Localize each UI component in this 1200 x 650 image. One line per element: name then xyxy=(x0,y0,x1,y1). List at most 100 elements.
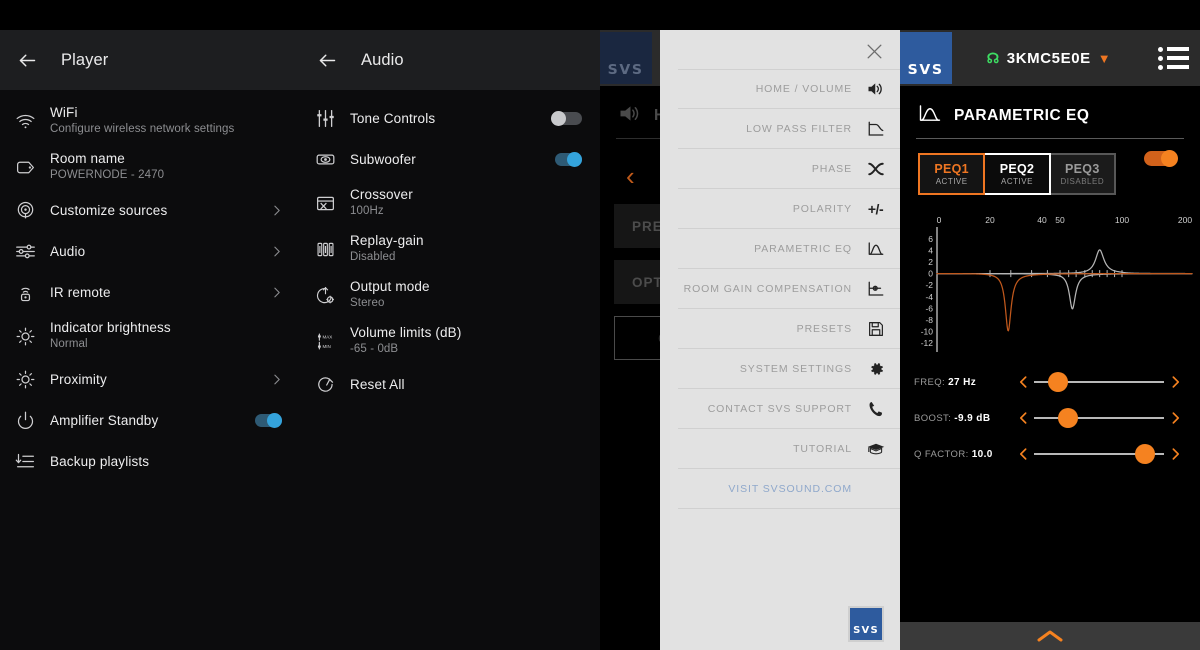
menu-item-low-pass-filter[interactable]: LOW PASS FILTER xyxy=(678,109,900,149)
menu-item-visit-svsound[interactable]: VISIT SVSOUND.COM xyxy=(678,469,900,509)
list-item-customize-sources[interactable]: Customize sources xyxy=(0,190,300,231)
menu-item-polarity[interactable]: POLARITY +/- xyxy=(678,189,900,229)
list-item-amplifier-standby[interactable]: Amplifier Standby xyxy=(0,400,300,441)
list-item-title: Subwoofer xyxy=(350,151,416,167)
freq-decrement-button[interactable] xyxy=(1012,374,1034,390)
page-title: Player xyxy=(61,50,109,69)
slider-knob[interactable] xyxy=(1135,444,1156,464)
list-item-subtitle: Configure wireless network settings xyxy=(50,123,235,135)
eq-curve-svg: 0 20 40 50 100 2006420-2-4-6-8-10-12 xyxy=(921,215,1193,352)
tab-peq2[interactable]: PEQ2 ACTIVE xyxy=(983,153,1051,195)
list-item-title: Output mode xyxy=(350,279,430,294)
back-arrow-icon[interactable] xyxy=(310,43,344,77)
close-icon[interactable] xyxy=(660,30,900,67)
peq-section-label: PARAMETRIC EQ xyxy=(954,107,1090,124)
list-item-title: Reset All xyxy=(350,376,405,392)
menu-item-presets[interactable]: PRESETS xyxy=(678,309,900,349)
expand-bar[interactable] xyxy=(900,622,1200,650)
slider-label: FREQ: 27 Hz xyxy=(914,377,1012,388)
menu-item-label: POLARITY xyxy=(792,202,852,215)
list-item-backup-playlists[interactable]: Backup playlists xyxy=(0,441,300,482)
list-item-tone-controls[interactable]: Tone Controls xyxy=(300,98,600,139)
subwoofer-toggle[interactable] xyxy=(551,152,582,167)
device-selector[interactable]: ☊ 3KMC5E0E ▼ xyxy=(952,50,1146,67)
slider-knob[interactable] xyxy=(1048,372,1069,392)
list-item-subtitle: Normal xyxy=(50,338,88,350)
chevron-right-icon xyxy=(266,373,286,386)
list-item-output-mode[interactable]: Output mode Stereo xyxy=(300,272,600,318)
svg-text:100: 100 xyxy=(1115,215,1129,225)
list-item-subtitle: POWERNODE - 2470 xyxy=(50,169,165,181)
menu-item-label: PHASE xyxy=(811,162,852,175)
list-item-proximity[interactable]: Proximity xyxy=(0,359,300,400)
list-item-title: IR remote xyxy=(50,284,111,300)
svg-text:0: 0 xyxy=(937,215,942,225)
tab-state: ACTIVE xyxy=(935,176,968,186)
menu-item-system-settings[interactable]: SYSTEM SETTINGS xyxy=(678,349,900,389)
boost-decrement-button[interactable] xyxy=(1012,410,1034,426)
ir-remote-icon xyxy=(0,282,50,303)
menu-item-parametric-eq[interactable]: PARAMETRIC EQ xyxy=(678,229,900,269)
svg-text:MAX: MAX xyxy=(322,334,332,339)
hamburger-list-icon[interactable] xyxy=(1146,46,1200,70)
boost-increment-button[interactable] xyxy=(1164,410,1186,426)
svg-text:-2: -2 xyxy=(925,280,933,290)
menu-item-home-volume[interactable]: HOME / VOLUME xyxy=(678,69,900,109)
brightness-icon xyxy=(0,326,50,347)
list-item-crossover[interactable]: Crossover 100Hz xyxy=(300,180,600,226)
menu-item-label: PARAMETRIC EQ xyxy=(754,242,852,255)
list-item-title: Audio xyxy=(50,243,86,259)
menu-item-label: TUTORIAL xyxy=(793,442,852,455)
chevron-right-icon xyxy=(266,286,286,299)
boost-slider-track-area[interactable] xyxy=(1034,408,1164,428)
svs-logo-text: SVS xyxy=(853,625,879,636)
list-item-ir-remote[interactable]: IR remote xyxy=(0,272,300,313)
speaker-icon xyxy=(618,104,642,128)
list-item-room-name[interactable]: Room name POWERNODE - 2470 xyxy=(0,144,300,190)
freq-slider-track-area[interactable] xyxy=(1034,372,1164,392)
svg-text:-6: -6 xyxy=(925,303,933,313)
amplifier-standby-toggle[interactable] xyxy=(251,413,282,428)
slider-knob[interactable] xyxy=(1058,408,1079,428)
svs-logo: SVS xyxy=(900,32,952,84)
slider-label: Q FACTOR: 10.0 xyxy=(914,449,1012,460)
wifi-icon xyxy=(0,111,50,132)
tab-peq3[interactable]: PEQ3 DISABLED xyxy=(1048,153,1116,195)
source-target-icon xyxy=(0,200,50,221)
list-item-replay-gain[interactable]: Replay-gain Disabled xyxy=(300,226,600,272)
divider xyxy=(916,138,1184,139)
svg-text:50: 50 xyxy=(1055,215,1065,225)
tone-controls-toggle[interactable] xyxy=(551,111,582,126)
svg-text:200: 200 xyxy=(1178,215,1192,225)
back-arrow-icon[interactable] xyxy=(10,43,44,77)
q-decrement-button[interactable] xyxy=(1012,446,1034,462)
panel-parametric-eq: SVS ☊ 3KMC5E0E ▼ PARAMETRIC EQ PEQ1 ACTI… xyxy=(900,0,1200,650)
tab-name: PEQ2 xyxy=(999,161,1035,176)
peq-enable-toggle[interactable] xyxy=(1144,150,1178,167)
menu-item-tutorial[interactable]: TUTORIAL xyxy=(678,429,900,469)
list-item-volume-limits[interactable]: MAX MIN Volume limits (dB) -65 - 0dB xyxy=(300,318,600,364)
slider-track xyxy=(1034,417,1164,419)
tone-controls-icon xyxy=(300,108,350,129)
menu-item-label: CONTACT SVS SUPPORT xyxy=(707,402,852,415)
menu-item-phase[interactable]: PHASE xyxy=(678,149,900,189)
toggle-knob xyxy=(267,413,282,428)
list-item-subwoofer[interactable]: Subwoofer xyxy=(300,139,600,180)
svg-text:6: 6 xyxy=(928,234,933,244)
menu-item-room-gain-compensation[interactable]: ROOM GAIN COMPENSATION xyxy=(678,269,900,309)
panel-audio: Audio Tone Controls Subwoofer Crossover … xyxy=(300,0,600,650)
q-increment-button[interactable] xyxy=(1164,446,1186,462)
tab-peq1[interactable]: PEQ1 ACTIVE xyxy=(918,153,986,195)
freq-increment-button[interactable] xyxy=(1164,374,1186,390)
list-item-reset-all[interactable]: Reset All xyxy=(300,364,600,405)
tab-state: DISABLED xyxy=(1060,176,1105,186)
q-slider-track-area[interactable] xyxy=(1034,444,1164,464)
tag-icon xyxy=(0,157,50,178)
status-bar xyxy=(900,0,1200,30)
list-item-wifi[interactable]: WiFi Configure wireless network settings xyxy=(0,98,300,144)
list-item-indicator-brightness[interactable]: Indicator brightness Normal xyxy=(0,313,300,359)
menu-item-contact-svs-support[interactable]: CONTACT SVS SUPPORT xyxy=(678,389,900,429)
room-gain-icon xyxy=(865,280,886,298)
svg-text:-12: -12 xyxy=(921,338,934,348)
list-item-audio[interactable]: Audio xyxy=(0,231,300,272)
